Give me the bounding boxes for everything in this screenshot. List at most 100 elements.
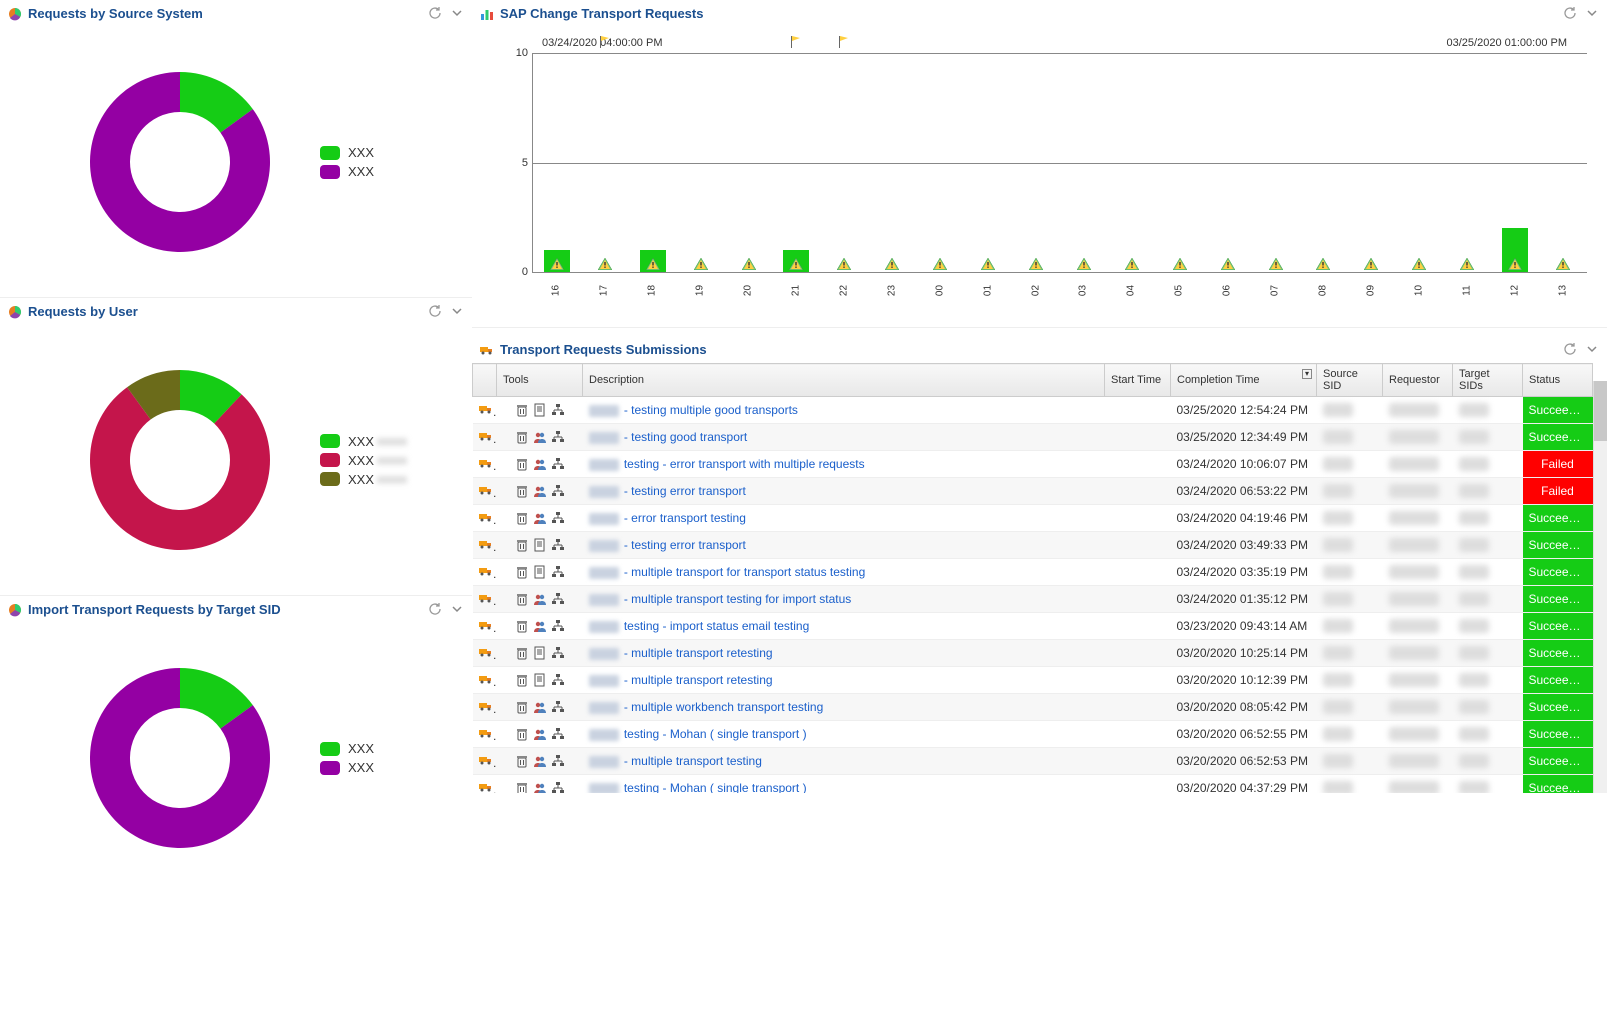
hierarchy-icon[interactable] <box>551 646 565 660</box>
table-row[interactable]: - multiple transport retesting03/20/2020… <box>473 667 1593 694</box>
truck-icon[interactable] <box>479 510 493 524</box>
table-row[interactable]: - multiple transport retesting03/20/2020… <box>473 640 1593 667</box>
table-row[interactable]: testing - Mohan ( single transport )03/2… <box>473 721 1593 748</box>
truck-icon[interactable] <box>479 672 493 686</box>
column-header-requestor[interactable]: Requestor <box>1383 364 1453 397</box>
chevron-down-icon[interactable] <box>450 304 464 318</box>
description-link[interactable]: - testing error transport <box>589 538 746 552</box>
users-icon[interactable] <box>533 619 547 633</box>
document-icon[interactable] <box>533 403 547 417</box>
column-header-description[interactable]: Description <box>583 364 1105 397</box>
hierarchy-icon[interactable] <box>551 430 565 444</box>
chevron-down-icon[interactable] <box>450 602 464 616</box>
users-icon[interactable] <box>533 511 547 525</box>
truck-icon[interactable] <box>479 456 493 470</box>
description-link[interactable]: - error transport testing <box>589 511 746 525</box>
description-link[interactable]: - multiple transport retesting <box>589 646 773 660</box>
description-link[interactable]: - testing error transport <box>589 484 746 498</box>
document-icon[interactable] <box>533 538 547 552</box>
vertical-scrollbar[interactable] <box>1593 381 1607 793</box>
delete-icon[interactable] <box>515 727 529 741</box>
chevron-down-icon[interactable] <box>1585 342 1599 356</box>
description-link[interactable]: testing - Mohan ( single transport ) <box>589 727 807 741</box>
column-header-status[interactable]: Status <box>1523 364 1593 397</box>
hierarchy-icon[interactable] <box>551 511 565 525</box>
column-header-flag[interactable] <box>473 364 497 397</box>
description-link[interactable]: testing - Mohan ( single transport ) <box>589 781 807 793</box>
column-header-target-sids[interactable]: Target SIDs <box>1453 364 1523 397</box>
truck-icon[interactable] <box>479 780 493 794</box>
truck-icon[interactable] <box>479 483 493 497</box>
delete-icon[interactable] <box>515 592 529 606</box>
legend-item[interactable]: XXX xxxxx <box>320 453 407 468</box>
truck-icon[interactable] <box>479 564 493 578</box>
delete-icon[interactable] <box>515 700 529 714</box>
delete-icon[interactable] <box>515 646 529 660</box>
chevron-down-icon[interactable] <box>450 6 464 20</box>
refresh-icon[interactable] <box>1563 6 1577 20</box>
hierarchy-icon[interactable] <box>551 673 565 687</box>
description-link[interactable]: - multiple transport retesting <box>589 673 773 687</box>
table-row[interactable]: - error transport testing03/24/2020 04:1… <box>473 505 1593 532</box>
table-row[interactable]: - testing error transport03/24/2020 03:4… <box>473 532 1593 559</box>
description-link[interactable]: - multiple transport for transport statu… <box>589 565 866 579</box>
hierarchy-icon[interactable] <box>551 403 565 417</box>
legend-item[interactable]: XXX <box>320 741 374 756</box>
legend-item[interactable]: XXX xxxxx <box>320 472 407 487</box>
chevron-down-icon[interactable] <box>1585 6 1599 20</box>
truck-icon[interactable] <box>479 537 493 551</box>
delete-icon[interactable] <box>515 538 529 552</box>
document-icon[interactable] <box>533 565 547 579</box>
delete-icon[interactable] <box>515 673 529 687</box>
truck-icon[interactable] <box>479 429 493 443</box>
document-icon[interactable] <box>533 646 547 660</box>
legend-item[interactable]: XXX <box>320 164 374 179</box>
delete-icon[interactable] <box>515 511 529 525</box>
hierarchy-icon[interactable] <box>551 592 565 606</box>
column-header-start-time[interactable]: Start Time <box>1105 364 1171 397</box>
column-header-completion-time[interactable]: Completion Time▾ <box>1171 364 1317 397</box>
description-link[interactable]: - multiple workbench transport testing <box>589 700 824 714</box>
description-link[interactable]: - testing multiple good transports <box>589 403 798 417</box>
hierarchy-icon[interactable] <box>551 781 565 793</box>
description-link[interactable]: - multiple transport testing for import … <box>589 592 852 606</box>
users-icon[interactable] <box>533 592 547 606</box>
table-row[interactable]: - multiple transport testing for import … <box>473 586 1593 613</box>
description-link[interactable]: testing - error transport with multiple … <box>589 457 865 471</box>
hierarchy-icon[interactable] <box>551 538 565 552</box>
truck-icon[interactable] <box>479 699 493 713</box>
delete-icon[interactable] <box>515 565 529 579</box>
truck-icon[interactable] <box>479 645 493 659</box>
document-icon[interactable] <box>533 673 547 687</box>
users-icon[interactable] <box>533 781 547 793</box>
delete-icon[interactable] <box>515 457 529 471</box>
delete-icon[interactable] <box>515 484 529 498</box>
delete-icon[interactable] <box>515 781 529 793</box>
truck-icon[interactable] <box>479 402 493 416</box>
table-row[interactable]: - multiple transport for transport statu… <box>473 559 1593 586</box>
description-link[interactable]: - testing good transport <box>589 430 748 444</box>
delete-icon[interactable] <box>515 619 529 633</box>
delete-icon[interactable] <box>515 754 529 768</box>
hierarchy-icon[interactable] <box>551 457 565 471</box>
legend-item[interactable]: XXX <box>320 760 374 775</box>
sort-indicator-icon[interactable]: ▾ <box>1302 369 1312 379</box>
users-icon[interactable] <box>533 727 547 741</box>
table-row[interactable]: testing - error transport with multiple … <box>473 451 1593 478</box>
users-icon[interactable] <box>533 700 547 714</box>
legend-item[interactable]: XXX xxxxx <box>320 434 407 449</box>
truck-icon[interactable] <box>479 753 493 767</box>
hierarchy-icon[interactable] <box>551 565 565 579</box>
users-icon[interactable] <box>533 484 547 498</box>
delete-icon[interactable] <box>515 403 529 417</box>
scroll-thumb[interactable] <box>1594 381 1607 441</box>
users-icon[interactable] <box>533 754 547 768</box>
users-icon[interactable] <box>533 430 547 444</box>
truck-icon[interactable] <box>479 726 493 740</box>
hierarchy-icon[interactable] <box>551 619 565 633</box>
table-row[interactable]: - testing good transport03/25/2020 12:34… <box>473 424 1593 451</box>
users-icon[interactable] <box>533 457 547 471</box>
table-row[interactable]: - testing multiple good transports03/25/… <box>473 397 1593 424</box>
hierarchy-icon[interactable] <box>551 727 565 741</box>
table-row[interactable]: - multiple workbench transport testing03… <box>473 694 1593 721</box>
